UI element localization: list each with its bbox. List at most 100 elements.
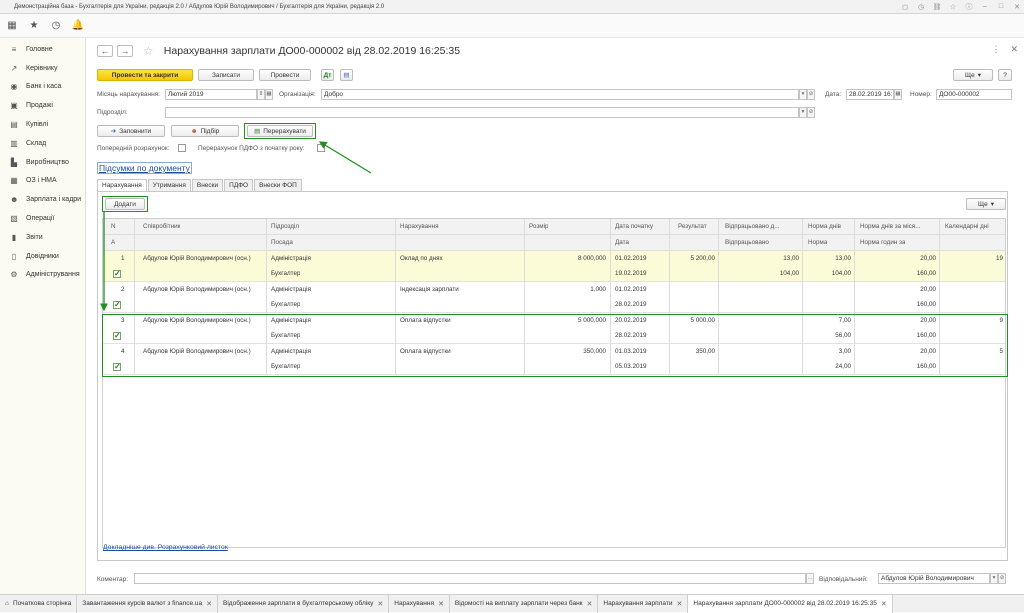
header-norm-month-days[interactable]: Норма днів за міся... [860, 223, 936, 230]
sidebar-item-assets[interactable]: ▦ ОЗ і НМА [0, 172, 85, 191]
save-button[interactable]: Записати [198, 69, 254, 81]
header-norm-month-hours[interactable]: Норма годин за [860, 239, 905, 246]
sidebar-item-directories[interactable]: ▯ Довідники [0, 247, 85, 266]
tab-salary-display[interactable]: Відображення зарплати в бухгалтерському … [218, 594, 390, 613]
more-dots-icon[interactable]: ⋮ [991, 44, 1000, 55]
post-button[interactable]: Провести [259, 69, 311, 81]
comment-field[interactable] [134, 573, 806, 584]
responsible-field[interactable]: Абдулов Юрій Володимирович [878, 573, 990, 584]
minimize-icon[interactable]: – [978, 1, 992, 13]
dt-kt-report-icon[interactable]: Дт [321, 69, 334, 81]
division-dropdown-icon[interactable]: ▾ [799, 107, 807, 118]
row-checkbox[interactable]: ✓ [113, 301, 121, 309]
header-position[interactable]: Посада [271, 239, 293, 246]
sidebar-item-purchases[interactable]: ▤ Купівлі [0, 115, 85, 134]
sidebar-item-bank[interactable]: ◉ Банк і каса [0, 78, 85, 97]
history-clock-icon[interactable]: ◷ [50, 20, 62, 32]
close-form-icon[interactable]: ✕ [1010, 44, 1018, 55]
header-result[interactable]: Результат [678, 223, 707, 230]
date-field[interactable]: 28.02.2019 16:... [846, 89, 894, 100]
row-checkbox[interactable]: ✓ [113, 270, 121, 278]
organization-dropdown-icon[interactable]: ▾ [799, 89, 807, 100]
notifications-bell-icon[interactable]: 🔔 [72, 20, 84, 32]
tab-deductions[interactable]: Утримання [147, 179, 191, 191]
header-employee[interactable]: Співробітник [143, 223, 180, 230]
organization-field[interactable]: Добро [321, 89, 799, 100]
close-icon[interactable]: ✕ [377, 600, 383, 608]
forward-arrow-icon[interactable]: → [117, 45, 133, 57]
header-size[interactable]: Розмір [529, 223, 548, 230]
sidebar-item-admin[interactable]: ⚙ Адміністрування [0, 266, 85, 285]
tab-fop-contributions[interactable]: Внески ФОП [254, 179, 302, 191]
header-a[interactable]: А [111, 239, 115, 246]
sidebar-item-production[interactable]: ▙ Виробництво [0, 153, 85, 172]
tab-pdfo[interactable]: ПДФО [224, 179, 254, 191]
number-field[interactable]: ДО00-000002 [936, 89, 1012, 100]
calendar-icon[interactable]: ▦ [265, 89, 273, 100]
sidebar-item-sales[interactable]: ▣ Продажі [0, 96, 85, 115]
history-icon[interactable]: ◷ [914, 1, 928, 13]
favorite-star-icon[interactable]: ☆ [143, 44, 154, 58]
close-icon[interactable]: ✕ [677, 600, 683, 608]
back-arrow-icon[interactable]: ← [97, 45, 113, 57]
month-field[interactable]: Лютий 2019 [165, 89, 257, 100]
header-date[interactable]: Дата [615, 239, 629, 246]
tab-salary-accruals[interactable]: Нарахування зарплати ✕ [598, 594, 689, 613]
sidebar-item-salary[interactable]: ☻ Зарплата і кадри [0, 190, 85, 209]
info-icon[interactable]: ⓘ [962, 1, 976, 13]
more-button[interactable]: Ще ▾ [953, 69, 993, 81]
header-date-start[interactable]: Дата початку [615, 223, 653, 230]
maximize-icon[interactable]: □ [994, 1, 1008, 13]
select-button[interactable]: ☻ Підбір [171, 125, 239, 137]
tab-contributions[interactable]: Внески [191, 179, 224, 191]
header-worked-days[interactable]: Відпрацьовано д... [725, 223, 797, 230]
sidebar-item-main[interactable]: ≡ Головне [0, 40, 85, 59]
date-calendar-icon[interactable]: ▦ [894, 89, 902, 100]
header-division[interactable]: Підрозділ [271, 223, 299, 230]
print-document-icon[interactable]: ▤ [340, 69, 353, 81]
grid-more-button[interactable]: Ще ▾ [966, 198, 1006, 210]
close-icon[interactable]: ✕ [881, 600, 887, 608]
close-icon[interactable]: ✕ [587, 600, 593, 608]
header-n[interactable]: N [111, 223, 116, 230]
close-icon[interactable]: ✕ [438, 600, 444, 608]
division-open-icon[interactable]: ⊘ [807, 107, 815, 118]
responsible-open-icon[interactable]: ⊘ [998, 573, 1006, 584]
post-and-close-button[interactable]: Провести та закрити [97, 69, 193, 81]
star-icon[interactable]: ☆ [946, 1, 960, 13]
header-norm[interactable]: Норма [808, 239, 827, 246]
summary-link[interactable]: Підсумки по документу [97, 162, 192, 174]
preliminary-calc-checkbox[interactable] [178, 144, 186, 152]
division-field[interactable] [165, 107, 799, 118]
help-button[interactable]: ? [998, 69, 1012, 81]
tab-bank-statements[interactable]: Відомості на виплату зарплати через банк… [450, 594, 599, 613]
comment-expand-icon[interactable]: … [806, 573, 814, 584]
month-stepper-icon[interactable]: ⇕ [257, 89, 265, 100]
details-link[interactable]: Докладніше див. Розрахунковий листок [103, 544, 228, 551]
row-result: 5 200,00 [690, 255, 715, 262]
row-employee: Абдулов Юрій Володимирович (осн.) [143, 255, 251, 262]
recalc-pdfo-checkbox[interactable] [317, 144, 325, 152]
responsible-dropdown-icon[interactable]: ▾ [990, 573, 998, 584]
close-icon[interactable]: ✕ [1010, 1, 1024, 13]
apps-grid-icon[interactable]: ▦ [6, 20, 18, 32]
tab-current-document[interactable]: Нарахування зарплати ДО00-000002 від 28.… [688, 594, 893, 613]
header-accrual[interactable]: Нарахування [400, 223, 439, 230]
sidebar-item-reports[interactable]: ▮ Звіти [0, 228, 85, 247]
favorites-star-icon[interactable]: ★ [28, 20, 40, 32]
tab-home[interactable]: ⌂ Початкова сторінка [0, 594, 78, 613]
organization-open-icon[interactable]: ⊘ [807, 89, 815, 100]
close-icon[interactable]: ✕ [206, 600, 212, 608]
header-norm-days[interactable]: Норма днів [808, 223, 841, 230]
sidebar-item-warehouse[interactable]: ▥ Склад [0, 134, 85, 153]
header-calendar-days[interactable]: Календарні дні [945, 223, 989, 230]
sidebar-item-manager[interactable]: ↗ Керівнику [0, 59, 85, 78]
sidebar-item-operations[interactable]: ▧ Операції [0, 209, 85, 228]
header-worked[interactable]: Відпрацьовано [725, 239, 769, 246]
link-icon[interactable]: ⛓ [930, 1, 944, 13]
tab-currency-rates[interactable]: Завантаження курсів валют з finance.ua ✕ [77, 594, 219, 613]
sidebar-item-label: Зарплата і кадри [26, 196, 82, 204]
fill-button[interactable]: ➔ Заповнити [97, 125, 165, 137]
bell-icon[interactable]: ◻ [898, 1, 912, 13]
tab-accruals-list[interactable]: Нарахування ✕ [389, 594, 450, 613]
